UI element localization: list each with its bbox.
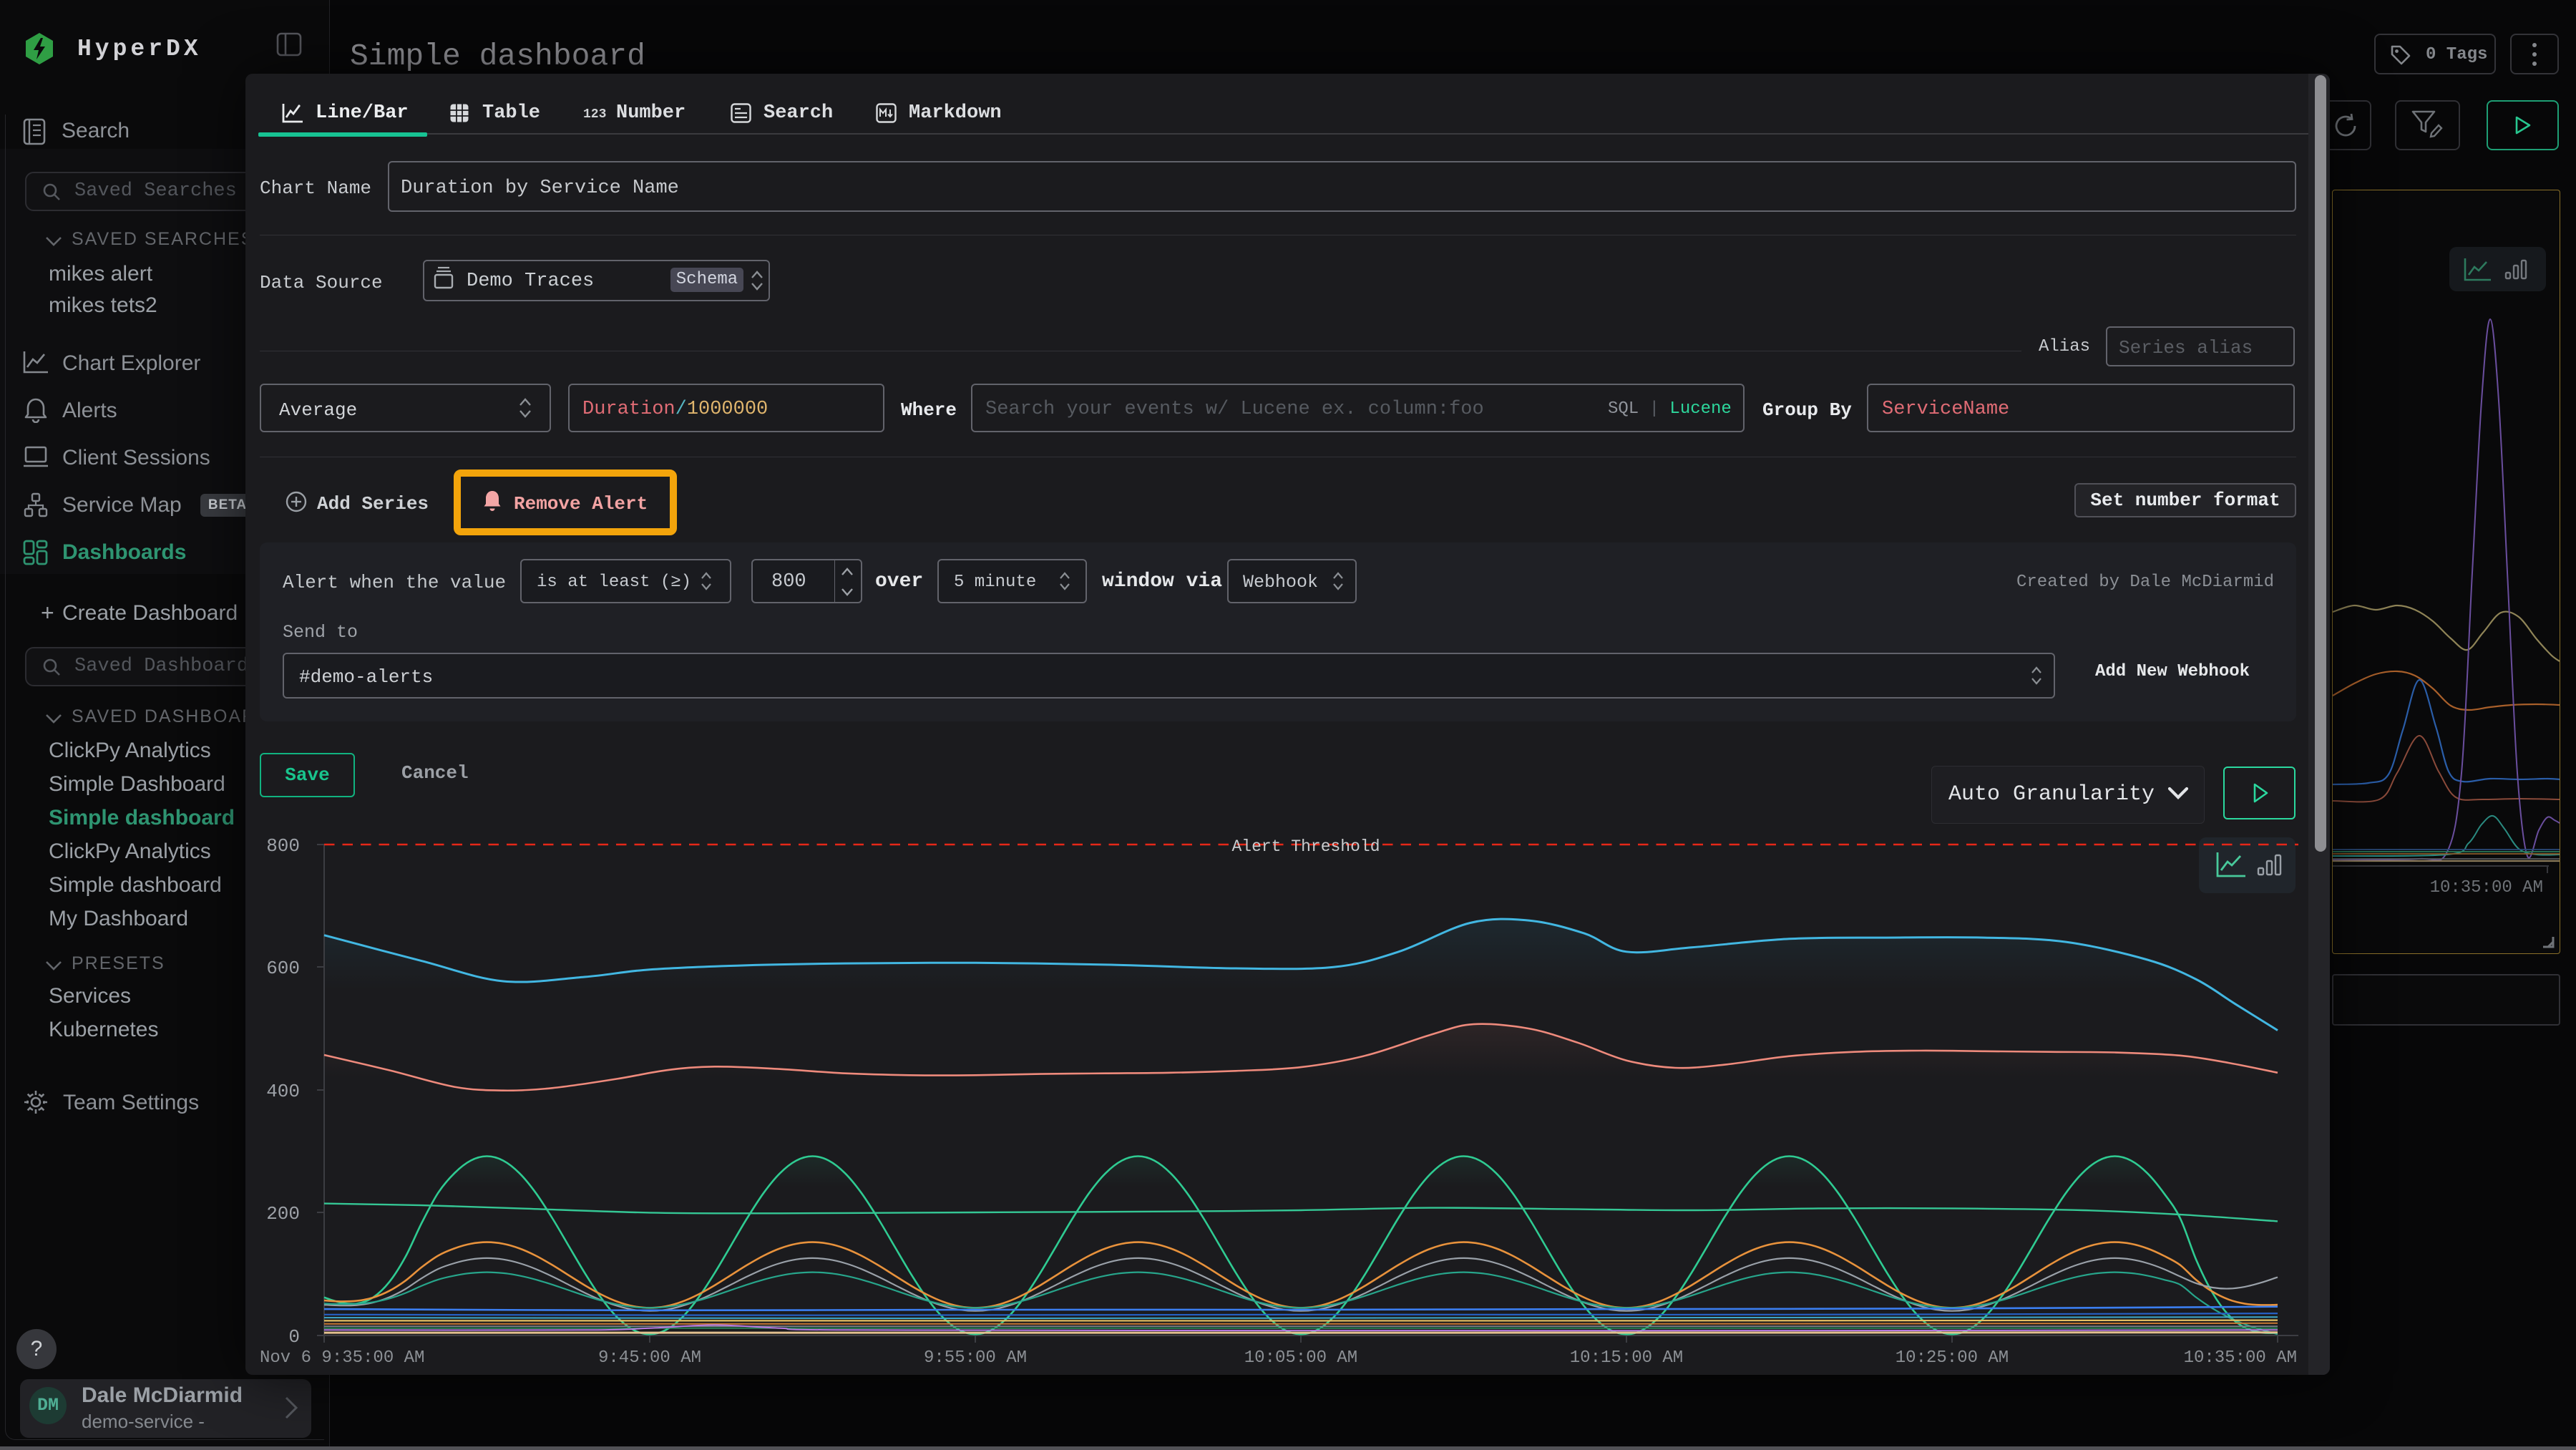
svg-text:0: 0 bbox=[288, 1326, 300, 1348]
svg-text:10:35:00 AM: 10:35:00 AM bbox=[2430, 878, 2543, 897]
svg-text:Nov 6 9:35:00 AM: Nov 6 9:35:00 AM bbox=[260, 1348, 424, 1368]
svg-text:10:05:00 AM: 10:05:00 AM bbox=[1244, 1348, 1357, 1368]
svg-text:10:35:00 AM: 10:35:00 AM bbox=[2184, 1348, 2297, 1368]
svg-text:10:25:00 AM: 10:25:00 AM bbox=[1896, 1348, 2009, 1368]
svg-text:10:15:00 AM: 10:15:00 AM bbox=[1570, 1348, 1683, 1368]
svg-text:9:45:00 AM: 9:45:00 AM bbox=[598, 1348, 701, 1368]
svg-text:Alert Threshold: Alert Threshold bbox=[1231, 837, 1380, 856]
svg-text:800: 800 bbox=[266, 835, 300, 857]
svg-text:600: 600 bbox=[266, 958, 300, 979]
svg-text:200: 200 bbox=[266, 1203, 300, 1225]
svg-text:400: 400 bbox=[266, 1081, 300, 1102]
svg-text:9:55:00 AM: 9:55:00 AM bbox=[924, 1348, 1027, 1368]
